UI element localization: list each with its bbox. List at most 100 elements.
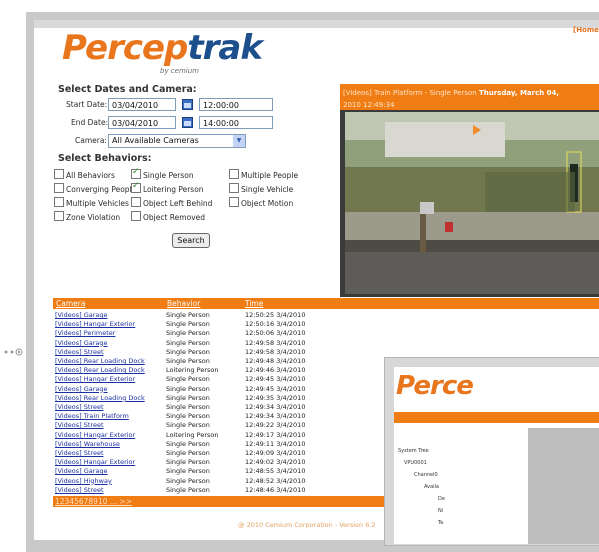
top-bar	[34, 20, 599, 28]
tree-item[interactable]: Availa	[424, 484, 439, 490]
table-row[interactable]: [Videos] Perimeter Single Person 12:50:06 …	[53, 329, 353, 337]
behavior-checkbox[interactable]: Object Removed	[131, 211, 205, 222]
end-time-input[interactable]: 14:00:00	[199, 116, 273, 129]
behavior-label: Loitering Person	[143, 185, 204, 194]
column-header-camera[interactable]: Camera	[56, 298, 85, 309]
checkbox-box[interactable]	[131, 181, 141, 193]
checkbox-box[interactable]	[229, 197, 239, 207]
camera-link[interactable]: [Videos] Hangar Exterior	[55, 375, 167, 383]
tree-item[interactable]: De	[438, 496, 445, 502]
checkbox-box[interactable]	[54, 169, 64, 179]
behavior-checkbox[interactable]: Loitering Person	[131, 181, 204, 194]
camera-link[interactable]: [Videos] Garage	[55, 467, 167, 475]
table-row[interactable]: [Videos] Train Platform Single Person 12:4…	[53, 412, 353, 420]
table-row[interactable]: [Videos] Garage Single Person 12:49:45 3/4…	[53, 385, 353, 393]
video-frame[interactable]	[345, 112, 599, 294]
logo-byline: by cemium	[160, 67, 199, 75]
camera-link[interactable]: [Videos] Street	[55, 449, 167, 457]
tree-item[interactable]: Te	[438, 520, 443, 526]
start-date-calendar-icon[interactable]	[182, 99, 193, 110]
tree-item[interactable]: VPU0001	[404, 460, 427, 466]
tree-item[interactable]: Ni	[438, 508, 443, 514]
inset-logo: Perce	[396, 371, 474, 401]
camera-link[interactable]: [Videos] Perimeter	[55, 329, 167, 337]
table-row[interactable]: [Videos] Rear Loading Dock Single Person 1…	[53, 394, 353, 402]
behavior-checkbox[interactable]: Zone Violation	[54, 211, 120, 222]
table-row[interactable]: [Videos] Highway Single Person 12:48:52 3/…	[53, 477, 353, 485]
table-row[interactable]: [Videos] Garage Single Person 12:48:55 3/4…	[53, 467, 353, 475]
checkbox-box[interactable]	[229, 169, 239, 179]
checkbox-box[interactable]	[131, 211, 141, 221]
time-cell: 12:49:45 3/4/2010	[245, 375, 306, 384]
search-button[interactable]: Search	[172, 233, 210, 248]
start-date-input[interactable]: 03/04/2010	[108, 98, 176, 111]
camera-link[interactable]: [Videos] Rear Loading Dock	[55, 357, 167, 365]
tree-item[interactable]: Channel0	[414, 472, 438, 478]
tree-item[interactable]: System Tree	[398, 448, 429, 454]
start-time-input[interactable]: 12:00:00	[199, 98, 273, 111]
camera-link[interactable]: [Videos] Warehouse	[55, 440, 167, 448]
behavior-checkbox[interactable]: Object Left Behind	[131, 197, 212, 208]
behavior-checkbox[interactable]: Multiple People	[229, 169, 298, 180]
end-date-input[interactable]: 03/04/2010	[108, 116, 176, 129]
behavior-checkbox[interactable]: All Behaviors	[54, 169, 115, 180]
time-cell: 12:48:55 3/4/2010	[245, 467, 306, 476]
camera-link[interactable]: [Videos] Garage	[55, 385, 167, 393]
checkbox-box[interactable]	[54, 183, 64, 193]
checkbox-box[interactable]	[131, 167, 141, 179]
camera-link[interactable]: [Videos] Garage	[55, 339, 167, 347]
checkbox-box[interactable]	[131, 197, 141, 207]
column-header-time[interactable]: Time	[245, 298, 263, 309]
camera-link[interactable]: [Videos] Hangar Exterior	[55, 320, 167, 328]
time-cell: 12:49:48 3/4/2010	[245, 357, 306, 365]
behavior-checkbox[interactable]: Single Vehicle	[229, 183, 293, 194]
table-row[interactable]: [Videos] Garage Single Person 12:50:25 3/4…	[53, 311, 353, 319]
behavior-label: Zone Violation	[66, 213, 121, 222]
behavior-cell: Single Person	[166, 421, 210, 430]
table-row[interactable]: [Videos] Warehouse Single Person 12:49:11 …	[53, 440, 353, 448]
checkbox-box[interactable]	[229, 183, 239, 193]
behavior-checkbox[interactable]: Single Person	[131, 167, 194, 180]
home-link[interactable]: [Home	[573, 26, 599, 34]
table-row[interactable]: [Videos] Rear Loading Dock Single Person 1…	[53, 357, 353, 365]
camera-link[interactable]: [Videos] Street	[55, 348, 167, 356]
camera-link[interactable]: [Videos] Garage	[55, 311, 167, 319]
train-platform-scene	[345, 112, 599, 294]
camera-link[interactable]: [Videos] Street	[55, 486, 167, 494]
table-row[interactable]: [Videos] Street Single Person 12:49:34 3/4…	[53, 403, 353, 411]
end-date-calendar-icon[interactable]	[182, 117, 193, 128]
camera-link[interactable]: [Videos] Train Platform	[55, 412, 167, 420]
behavior-checkbox[interactable]: Object Motion	[229, 197, 293, 208]
camera-link[interactable]: [Videos] Street	[55, 421, 167, 429]
table-row[interactable]: [Videos] Street Single Person 12:49:09 3/4…	[53, 449, 353, 457]
column-header-behavior[interactable]: Behavior	[167, 298, 200, 309]
table-row[interactable]: [Videos] Hangar Exterior Single Person 12:…	[53, 320, 353, 328]
table-row[interactable]: [Videos] Hangar Exterior Single Person 12:…	[53, 458, 353, 466]
behavior-checkbox[interactable]: Multiple Vehicles	[54, 197, 129, 208]
time-cell: 12:49:02 3/4/2010	[245, 458, 306, 467]
camera-link[interactable]: [Videos] Street	[55, 403, 167, 411]
start-date-label: Start Date:	[66, 100, 108, 109]
camera-link[interactable]: [Videos] Rear Loading Dock	[55, 394, 167, 402]
table-row[interactable]: [Videos] Garage Single Person 12:49:58 3/4…	[53, 339, 353, 347]
inset-header-bar	[394, 412, 599, 423]
camera-select[interactable]: All Available Cameras ▼	[108, 134, 246, 148]
time-cell: 12:49:35 3/4/2010	[245, 393, 306, 402]
table-row[interactable]: [Videos] Hangar Exterior Single Person 12:…	[53, 375, 353, 383]
camera-link[interactable]: [Videos] Hangar Exterior	[55, 458, 167, 466]
table-row[interactable]: [Videos] Street Single Person 12:49:58 3/4…	[53, 348, 353, 356]
table-row[interactable]: [Videos] Rear Loading Dock Loitering Pers…	[53, 366, 353, 374]
table-row[interactable]: [Videos] Street Single Person 12:48:46 3/4…	[53, 486, 353, 494]
behavior-cell: Single Person	[166, 347, 210, 356]
camera-link[interactable]: [Videos] Highway	[55, 477, 167, 485]
camera-select-value: All Available Cameras	[112, 136, 199, 145]
table-row[interactable]: [Videos] Hangar Exterior Loitering Person…	[53, 431, 353, 439]
table-row[interactable]: [Videos] Street Single Person 12:49:22 3/4…	[53, 421, 353, 429]
camera-link[interactable]: [Videos] Rear Loading Dock	[55, 366, 167, 374]
camera-link[interactable]: [Videos] Hangar Exterior	[55, 431, 167, 439]
chevron-down-icon[interactable]: ▼	[233, 135, 245, 147]
checkbox-box[interactable]	[54, 211, 64, 221]
pagination[interactable]: 12345678910 ... >>	[55, 496, 132, 507]
checkbox-box[interactable]	[54, 197, 64, 207]
behavior-checkbox[interactable]: Converging People	[54, 183, 136, 194]
